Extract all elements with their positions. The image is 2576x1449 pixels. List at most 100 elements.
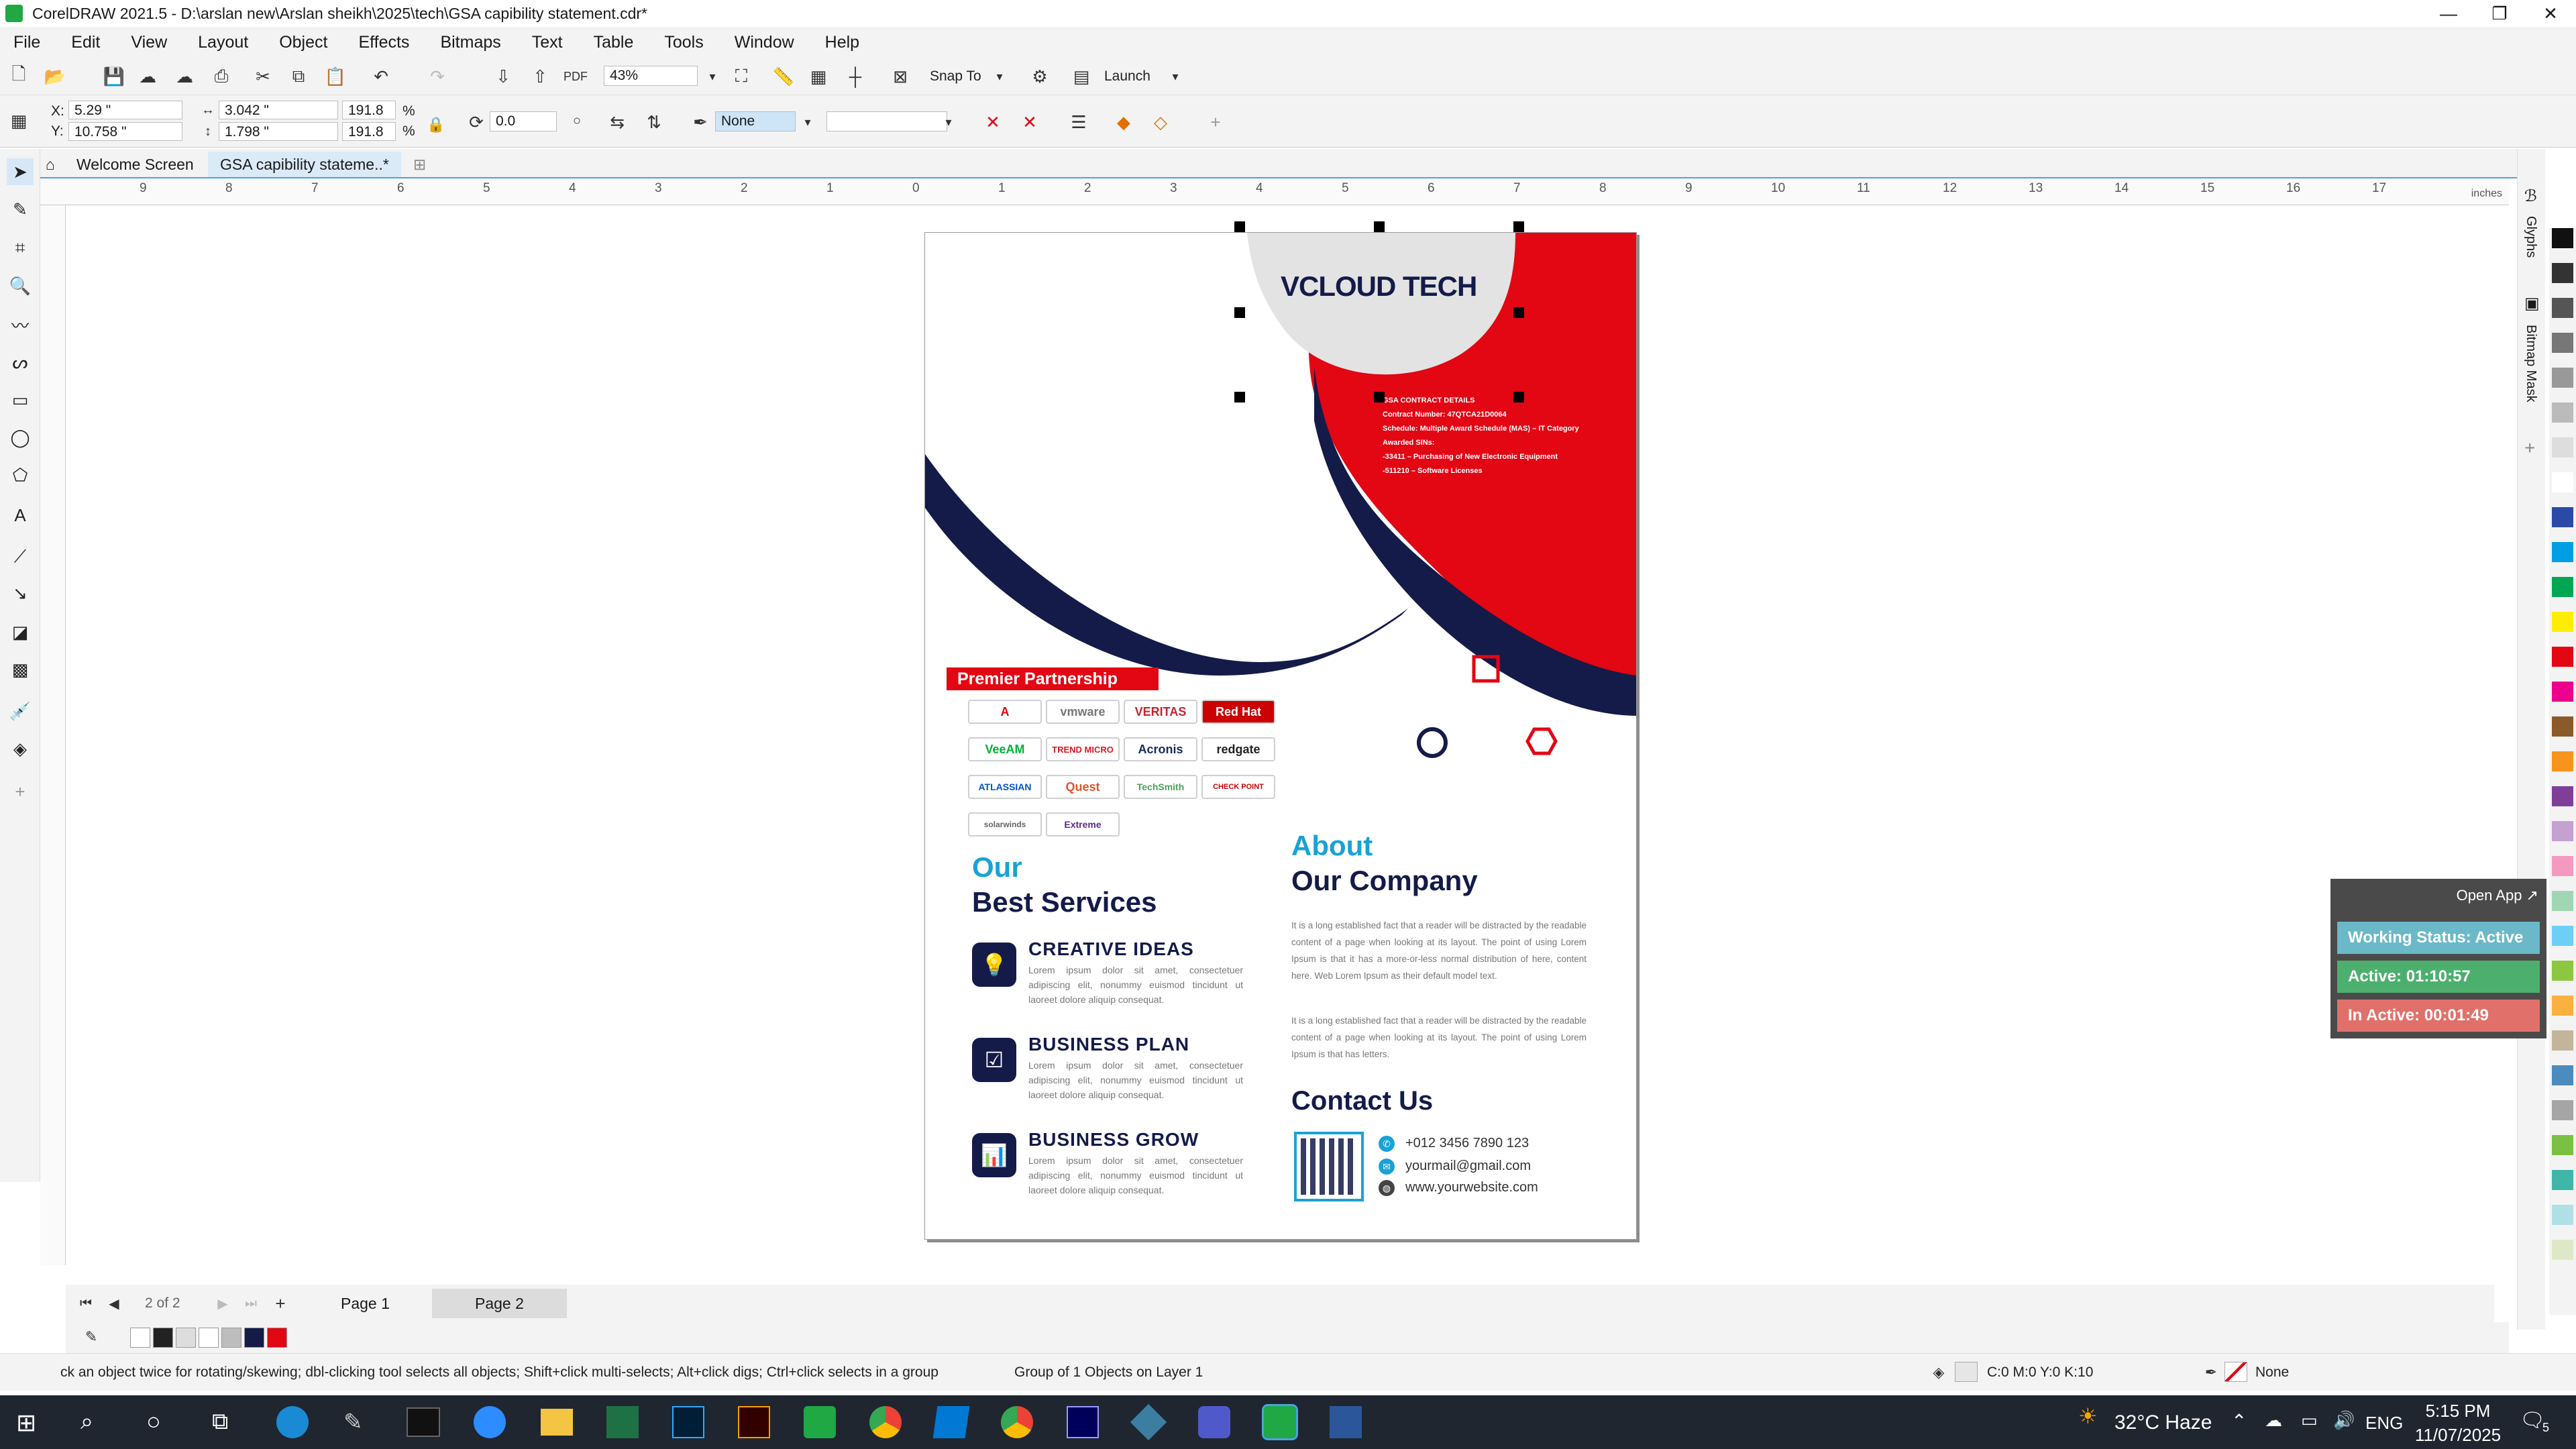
palette-swatch[interactable] — [2552, 647, 2573, 667]
coreldraw-taskbar-icon[interactable] — [804, 1406, 836, 1438]
photoshop-icon[interactable] — [672, 1406, 704, 1438]
document-palette-swatch[interactable] — [199, 1328, 219, 1348]
y-position-field[interactable]: 10.758 " — [68, 122, 182, 141]
chrome-profile-icon[interactable] — [1001, 1406, 1033, 1438]
bitmap-mask-icon[interactable]: ▣ — [2524, 294, 2540, 313]
menu-object[interactable]: Object — [266, 33, 341, 52]
premiere-icon[interactable] — [1067, 1406, 1099, 1438]
palette-swatch[interactable] — [2552, 577, 2573, 597]
new-document-icon[interactable]: 🗋 — [5, 63, 32, 90]
line-style-chevron-icon[interactable]: ▾ — [935, 109, 962, 136]
rotation-angle-field[interactable]: 0.0 — [490, 111, 557, 131]
tab-welcome-screen[interactable]: Welcome Screen — [64, 152, 206, 177]
menu-view[interactable]: View — [117, 33, 180, 52]
selection-handle[interactable] — [1234, 221, 1245, 232]
palette-swatch[interactable] — [2552, 402, 2573, 423]
selection-handle[interactable] — [1513, 221, 1524, 232]
menu-text[interactable]: Text — [519, 33, 576, 52]
glyphs-docker-tab[interactable]: Glyphs — [2523, 216, 2538, 258]
palette-swatch[interactable] — [2552, 437, 2573, 458]
redo-icon[interactable]: ↷ — [424, 63, 451, 90]
selection-handle[interactable] — [1234, 307, 1245, 318]
pick-tool-icon[interactable]: ➤ — [7, 158, 34, 185]
cloud-upload-icon[interactable]: ☁ — [134, 63, 161, 90]
wrap-text-icon[interactable]: ✕ — [979, 109, 1006, 136]
full-screen-icon[interactable]: ⛶ — [728, 63, 755, 90]
add-tool-icon[interactable]: + — [7, 778, 34, 805]
scale-height-field[interactable]: 191.8 — [342, 122, 396, 141]
zoom-level-field[interactable]: 43% — [604, 66, 698, 86]
width-field[interactable]: 3.042 " — [219, 101, 338, 119]
show-rulers-icon[interactable]: 📏 — [770, 63, 797, 90]
open-icon[interactable]: 📂 — [42, 63, 68, 90]
mirror-horizontal-icon[interactable]: ⇆ — [604, 109, 631, 136]
lock-ratio-icon[interactable]: 🔒 — [423, 111, 449, 138]
import-icon[interactable]: ⇩ — [490, 63, 517, 90]
clock-time[interactable]: 5:15 PM — [2418, 1401, 2498, 1421]
tab-gsa-document[interactable]: GSA capibility stateme..* — [208, 152, 401, 177]
bitmap-mask-tab[interactable]: Bitmap Mask — [2523, 325, 2538, 402]
task-view-icon[interactable]: ⧉ — [212, 1409, 228, 1435]
menu-help[interactable]: Help — [812, 33, 873, 52]
weather-icon[interactable]: ☀ — [2078, 1403, 2098, 1429]
height-field[interactable]: 1.798 " — [219, 122, 338, 141]
palette-swatch[interactable] — [2552, 298, 2573, 318]
minimize-button[interactable]: — — [2423, 0, 2474, 27]
menu-file[interactable]: File — [0, 33, 54, 52]
menu-effects[interactable]: Effects — [345, 33, 423, 52]
show-guidelines-icon[interactable]: ┼ — [842, 63, 869, 90]
outline-swatch[interactable] — [2224, 1362, 2247, 1382]
cloud-download-icon[interactable]: ☁ — [171, 63, 198, 90]
outline-pen-icon[interactable]: ✒ — [687, 109, 714, 136]
menu-bitmaps[interactable]: Bitmaps — [427, 33, 514, 52]
copy-icon[interactable]: ⧉ — [285, 63, 312, 90]
text-tool-icon[interactable]: A — [7, 502, 34, 529]
show-grid-icon[interactable]: ▦ — [805, 63, 832, 90]
windows-start-icon[interactable]: ⊞ — [16, 1409, 36, 1437]
cortana-icon[interactable]: ○ — [146, 1407, 161, 1436]
selection-handle[interactable] — [1513, 307, 1524, 318]
palette-swatch[interactable] — [2552, 891, 2573, 911]
palette-swatch[interactable] — [2552, 1205, 2573, 1225]
add-page-icon[interactable]: + — [267, 1290, 294, 1317]
excel-icon[interactable] — [606, 1406, 639, 1438]
scale-width-field[interactable]: 191.8 — [342, 101, 396, 119]
polygon-tool-icon[interactable]: ⬠ — [7, 462, 34, 488]
shape-tool-icon[interactable]: ✎ — [7, 196, 34, 223]
object-origin-icon[interactable]: ▦ — [5, 107, 32, 134]
search-icon[interactable]: ⌕ — [80, 1409, 93, 1435]
open-app-link[interactable]: Open App ↗ — [2457, 887, 2538, 904]
coreldraw-active-icon[interactable] — [1262, 1404, 1298, 1440]
alignment-guides-icon[interactable]: ⊠ — [887, 63, 914, 90]
last-page-icon[interactable]: ⏭ — [237, 1290, 264, 1317]
palette-swatch[interactable] — [2552, 716, 2573, 737]
palette-swatch[interactable] — [2552, 1170, 2573, 1190]
clock-date[interactable]: 11/07/2025 — [2411, 1425, 2505, 1446]
language-indicator[interactable]: ENG — [2365, 1413, 2403, 1434]
connector-tool-icon[interactable]: ↘ — [7, 580, 34, 606]
add-toolbar-icon[interactable]: + — [1202, 109, 1229, 136]
menu-layout[interactable]: Layout — [184, 33, 262, 52]
interactive-fill-icon[interactable]: ◈ — [7, 735, 34, 762]
to-front-icon[interactable]: ◆ — [1110, 109, 1137, 136]
document-palette-swatch[interactable] — [244, 1328, 264, 1348]
palette-swatch[interactable] — [2552, 786, 2573, 806]
home-icon[interactable]: ⌂ — [40, 152, 67, 177]
document-palette-swatch[interactable] — [176, 1328, 196, 1348]
to-back-icon[interactable]: ◇ — [1147, 109, 1174, 136]
vscode-icon[interactable] — [932, 1406, 970, 1438]
palette-swatch[interactable] — [2552, 333, 2573, 353]
selection-handle[interactable] — [1513, 392, 1524, 402]
print-icon[interactable]: ⎙ — [208, 63, 235, 90]
artistic-media-icon[interactable]: ᔕ — [7, 349, 34, 376]
launch-chevron-icon[interactable]: ▾ — [1162, 63, 1189, 90]
selection-handle[interactable] — [1374, 221, 1385, 232]
freehand-tool-icon[interactable]: 〰 — [7, 311, 34, 338]
selection-handle[interactable] — [1374, 392, 1385, 402]
palette-swatch[interactable] — [2552, 1030, 2573, 1051]
notifications-icon[interactable]: 🗨 — [2520, 1409, 2545, 1432]
next-page-icon[interactable]: ▶ — [209, 1290, 236, 1317]
document-palette-swatch[interactable] — [221, 1328, 241, 1348]
palette-swatch[interactable] — [2552, 856, 2573, 876]
parallel-dimension-icon[interactable]: ⟋ — [7, 543, 34, 570]
